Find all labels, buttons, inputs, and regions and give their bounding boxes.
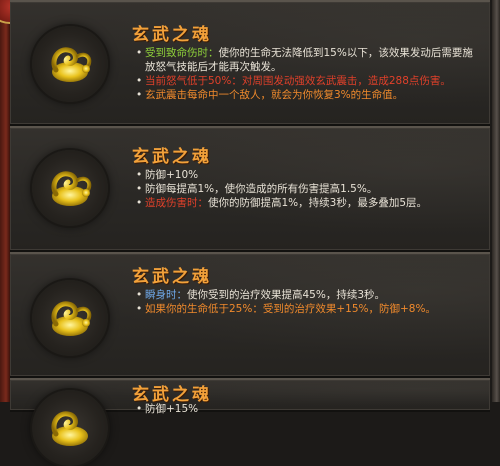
effect-line: 瞬身时：使你受到的治疗效果提高45%，持续3秒。 [136, 288, 476, 302]
skill-effects-list: 防御+10% 防御每提高1%，使你造成的所有伤害提高1.5%。 造成伤害时：使你… [136, 168, 476, 210]
effect-trigger-label: 瞬身时： [145, 289, 187, 301]
skill-effects-list: 受到致命伤时：使你的生命无法降低到15%以下，该效果发动后需要施放怒气技能后才能… [136, 46, 476, 102]
effect-trigger-label: 造成伤害时： [145, 197, 208, 209]
skill-card-4: 玄武之魂 防御+15% [10, 378, 490, 466]
effect-line: 防御+15% [136, 402, 476, 416]
effect-line: 防御每提高1%，使你造成的所有伤害提高1.5%。 [136, 182, 476, 196]
skill-icon-slot[interactable] [32, 390, 108, 466]
effect-text: 使你的防御提高1%，持续3秒，最多叠加5层。 [208, 197, 428, 209]
effect-trigger-label: 受到致命伤时： [145, 47, 219, 59]
skill-card-2: 玄武之魂 防御+10% 防御每提高1%，使你造成的所有伤害提高1.5%。 造成伤… [10, 126, 490, 252]
effect-line: 玄武震击每命中一个敌人，就会为你恢复3%的生命值。 [136, 88, 476, 102]
effect-text: 防御+10% [145, 169, 199, 181]
effect-line: 造成伤害时：使你的防御提高1%，持续3秒，最多叠加5层。 [136, 196, 476, 210]
golden-turtle-snake-icon [51, 171, 92, 206]
skill-card-1: 玄武之魂 受到致命伤时：使你的生命无法降低到15%以下，该效果发动后需要施放怒气… [10, 0, 490, 126]
effect-text: 如果你的生命低于25%：受到的治疗效果+15%，防御+8%。 [145, 303, 436, 315]
skill-effects-list: 瞬身时：使你受到的治疗效果提高45%，持续3秒。 如果你的生命低于25%：受到的… [136, 288, 476, 316]
left-frame-border [0, 0, 10, 402]
effect-text: 防御每提高1%，使你造成的所有伤害提高1.5%。 [145, 183, 378, 195]
effect-trigger-label: 当前怒气低于50%： [145, 75, 242, 87]
right-frame-border [492, 0, 500, 402]
effect-text: 使你受到的治疗效果提高45%，持续3秒。 [187, 289, 386, 301]
skill-title: 玄武之魂 [132, 25, 212, 45]
skill-icon-slot[interactable] [32, 280, 108, 356]
skill-effects-list: 防御+15% [136, 402, 476, 416]
skill-title: 玄武之魂 [132, 267, 212, 287]
effect-text: 对周围发动强效玄武震击，造成288点伤害。 [241, 75, 451, 87]
skill-icon-slot[interactable] [32, 150, 108, 226]
effect-line: 防御+10% [136, 168, 476, 182]
golden-turtle-snake-icon [51, 301, 92, 336]
skill-card-3: 玄武之魂 瞬身时：使你受到的治疗效果提高45%，持续3秒。 如果你的生命低于25… [10, 252, 490, 378]
golden-turtle-snake-icon [51, 411, 88, 446]
skill-title: 玄武之魂 [132, 147, 212, 167]
effect-text: 防御+15% [145, 403, 199, 415]
effect-line: 当前怒气低于50%：对周围发动强效玄武震击，造成288点伤害。 [136, 74, 476, 88]
effect-line: 如果你的生命低于25%：受到的治疗效果+15%，防御+8%。 [136, 302, 476, 316]
golden-turtle-snake-icon [51, 47, 92, 82]
effect-text: 玄武震击每命中一个敌人，就会为你恢复3%的生命值。 [145, 89, 404, 101]
effect-line: 受到致命伤时：使你的生命无法降低到15%以下，该效果发动后需要施放怒气技能后才能… [136, 46, 476, 74]
skill-icon-slot[interactable] [32, 26, 108, 102]
